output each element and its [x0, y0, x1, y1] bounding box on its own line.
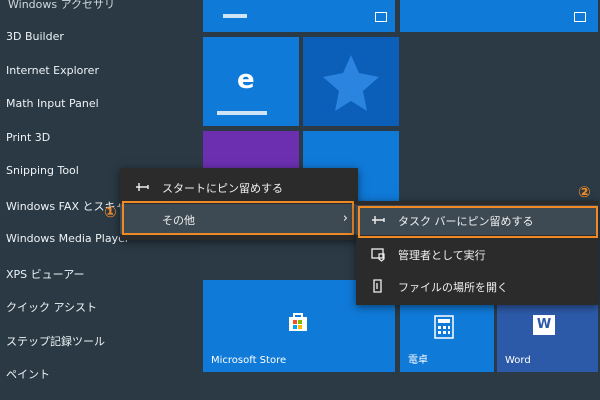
star-pattern-icon: [323, 55, 379, 111]
menu-item-run-as-admin-label: 管理者として実行: [398, 249, 486, 262]
app-item-print-3d[interactable]: Print 3D: [6, 131, 50, 144]
menu-item-pin-to-start[interactable]: スタートにピン留めする: [120, 172, 358, 202]
tile-top-right[interactable]: [400, 0, 598, 32]
group-header[interactable]: Windows アクセサリ: [8, 0, 115, 12]
app-item-paint[interactable]: ペイント: [6, 366, 50, 382]
menu-item-pin-to-start-label: スタートにピン留めする: [162, 182, 283, 195]
shield-icon: [371, 248, 385, 262]
tile-calculator[interactable]: 電卓: [400, 305, 494, 372]
pin-icon: [136, 183, 149, 191]
word-icon: W: [533, 315, 555, 335]
tile-top-left-mark: [223, 14, 247, 18]
mail-icon: [375, 12, 387, 22]
app-item-windows-fax[interactable]: Windows FAX とスキャン: [6, 198, 137, 214]
app-item-math-input-panel[interactable]: Math Input Panel: [6, 97, 99, 110]
app-item-quick-assist[interactable]: クイック アシスト: [6, 299, 97, 315]
app-item-internet-explorer[interactable]: Internet Explorer: [6, 64, 99, 77]
menu-item-open-file-location[interactable]: ファイルの場所を開く: [356, 271, 598, 301]
tile-label-calculator: 電卓: [408, 355, 428, 366]
calculator-icon: [434, 315, 454, 339]
chevron-up-icon[interactable]: ⌃: [172, 0, 182, 8]
app-item-xps-viewer[interactable]: XPS ビューアー: [6, 266, 85, 282]
app-item-step-recorder[interactable]: ステップ記録ツール: [6, 333, 105, 349]
highlight-box-more: [122, 201, 354, 235]
menu-item-open-file-location-label: ファイルの場所を開く: [398, 281, 508, 294]
store-icon: [289, 313, 307, 331]
highlight-box-pin-to-taskbar: [358, 206, 598, 238]
edge-icon: e: [237, 65, 255, 95]
tile-edge[interactable]: e: [203, 37, 299, 126]
mail-icon-2: [574, 12, 586, 22]
app-item-3d-builder[interactable]: 3D Builder: [6, 30, 64, 43]
app-item-windows-media-player[interactable]: Windows Media Player: [6, 232, 129, 245]
file-location-icon: [373, 279, 382, 293]
tile-label-microsoft-store: Microsoft Store: [211, 355, 287, 366]
menu-item-run-as-admin[interactable]: 管理者として実行: [356, 239, 598, 269]
annotation-step2: ②: [578, 183, 591, 201]
app-item-snipping-tool[interactable]: Snipping Tool: [6, 164, 79, 177]
annotation-step1: ①: [104, 203, 117, 221]
tile-top-left[interactable]: [203, 0, 395, 32]
tile-label-word: Word: [505, 355, 531, 366]
tile-word[interactable]: W Word: [497, 305, 598, 372]
tile-edge-caption-mark: [217, 111, 267, 115]
tile-photo[interactable]: [303, 37, 399, 126]
